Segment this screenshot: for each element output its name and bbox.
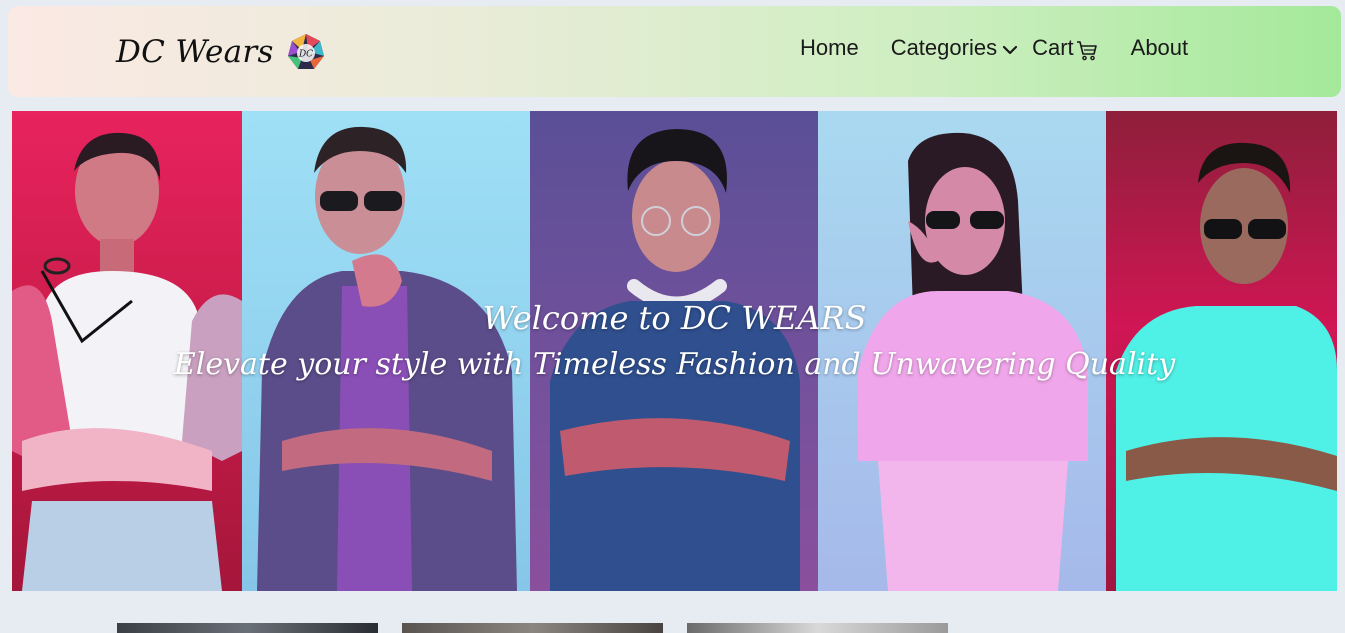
hero-title: Welcome to DC WEARS (482, 299, 867, 337)
brand-name: DC Wears (116, 34, 274, 70)
nav-about-link[interactable]: About (1131, 35, 1189, 61)
brand[interactable]: DC Wears DC (116, 28, 326, 76)
product-card-2[interactable] (402, 623, 663, 633)
nav-categories-label: Categories (890, 35, 998, 60)
nav-links: Home Categories Cart About (800, 30, 1188, 66)
nav-cart-label: Cart (1032, 35, 1074, 60)
cart-icon (1076, 41, 1097, 61)
hero-subtitle: Elevate your style with Timeless Fashion… (173, 347, 1176, 382)
brand-logo: DC (286, 32, 326, 72)
navbar: DC Wears DC Home Categories Cart About (8, 6, 1341, 97)
hero-banner: Welcome to DC WEARS Elevate your style w… (12, 111, 1337, 591)
logo-text: DC (298, 50, 313, 60)
product-card-3[interactable] (687, 623, 948, 633)
product-card-1[interactable] (117, 623, 378, 633)
nav-home-link[interactable]: Home (800, 35, 859, 61)
nav-categories-dropdown[interactable]: Categories (891, 35, 1018, 61)
nav-cart-link[interactable]: Cart (1032, 34, 1099, 62)
chevron-down-icon (1002, 45, 1018, 55)
